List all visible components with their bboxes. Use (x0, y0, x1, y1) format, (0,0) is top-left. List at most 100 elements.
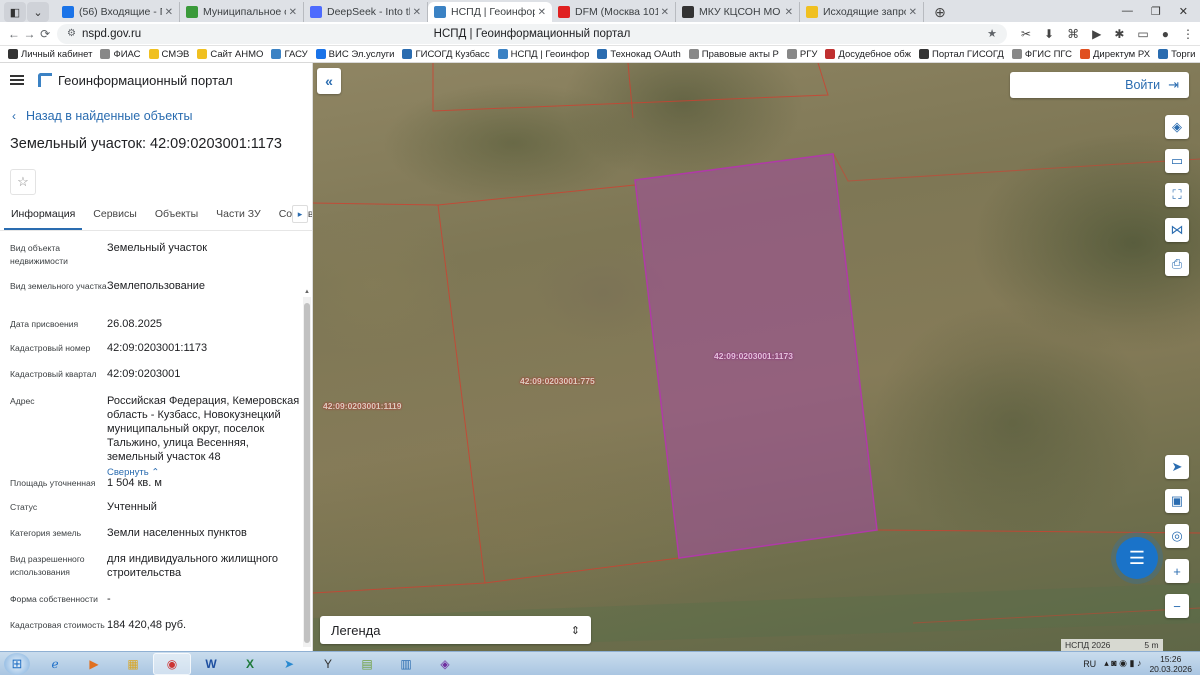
bookmark-item[interactable]: СМЭВ (148, 49, 189, 60)
media-player-icon[interactable]: ▶ (75, 653, 113, 675)
start-button[interactable]: ⊞ (4, 652, 30, 675)
zoom-out-button[interactable]: − (1165, 594, 1189, 618)
sidebar-icon[interactable]: ▭ (1137, 27, 1148, 41)
bookmark-star-icon[interactable]: ★ (987, 27, 997, 40)
bookmark-item[interactable]: Правовые акты Р (688, 49, 779, 60)
window-menu-icon[interactable]: ◧ (4, 2, 26, 22)
chrome-icon[interactable]: ◉ (153, 652, 191, 675)
parcel-boundary (313, 184, 636, 206)
word-icon[interactable]: W (192, 653, 230, 675)
bookmark-item[interactable]: Портал ГИСОГД (919, 49, 1004, 60)
browser-tab[interactable]: Муниципальное образов✕ (180, 2, 304, 22)
bookmark-item[interactable]: Технокад OAuth (597, 49, 681, 60)
basemap-button[interactable]: ▣ (1165, 489, 1189, 513)
locate-button[interactable]: ➤ (1165, 455, 1189, 479)
close-tab-icon[interactable]: ✕ (289, 7, 297, 18)
network-app-icon[interactable]: ◈ (426, 653, 464, 675)
bookmark-item[interactable]: Личный кабинет (8, 49, 92, 60)
favorite-star-button[interactable]: ☆ (10, 169, 36, 195)
browser-tab[interactable]: МКУ КЦСОН МО «Новок✕ (676, 2, 800, 22)
site-info-icon[interactable]: ⚙ (67, 28, 76, 39)
puzzle-icon[interactable]: ✱ (1114, 27, 1124, 41)
browser-tab[interactable]: (56) Входящие - Почта М✕ (56, 2, 180, 22)
info-row: Форма собственности - (10, 590, 312, 616)
excel-icon[interactable]: X (231, 653, 269, 675)
close-tab-icon[interactable]: ✕ (165, 7, 173, 18)
zoom-in-button[interactable]: + (1165, 559, 1189, 583)
tray-icons[interactable]: ▴ ◙ ◉ ▮ ♪ (1104, 658, 1141, 669)
translate-icon[interactable]: ⌘ (1067, 27, 1079, 41)
tabs-scroll-right-icon[interactable]: ▸ (292, 205, 308, 223)
close-window-icon[interactable]: ✕ (1179, 5, 1188, 18)
map-view[interactable]: 42:09:0203001:1119 42:09:0203001:775 42:… (313, 63, 1200, 651)
bookmark-item[interactable]: Директум РХ (1079, 49, 1150, 60)
print-button[interactable]: ⎙ (1165, 252, 1189, 276)
close-tab-icon[interactable]: ✕ (413, 7, 421, 18)
close-tab-icon[interactable]: ✕ (661, 7, 669, 18)
back-to-results-link[interactable]: ‹ Назад в найденные объекты (0, 99, 312, 133)
login-button[interactable]: Войти ⇥ (1010, 72, 1189, 98)
parcel-label[interactable]: 42:09:0203001:775 (520, 376, 595, 386)
bookmark-item[interactable]: ГАСУ (271, 49, 308, 60)
info-tab[interactable]: Части ЗУ (209, 208, 268, 230)
scrollbar-thumb[interactable] (304, 303, 310, 643)
info-tab[interactable]: Объекты (148, 208, 205, 230)
clock[interactable]: 15:26 20.03.2026 (1149, 654, 1192, 674)
bookmark-item[interactable]: ФИАС (100, 49, 141, 60)
ie-icon[interactable]: ℯ (36, 653, 74, 675)
tab-title: DeepSeek - Into the Unkn (327, 6, 410, 18)
parcel-label[interactable]: 42:09:0203001:1119 (323, 401, 401, 411)
geolocation-button[interactable]: ◎ (1165, 524, 1189, 548)
info-label: Кадастровая стоимость (10, 620, 105, 630)
browser-tab[interactable]: Исходящие запросы✕ (800, 2, 924, 22)
language-indicator[interactable]: RU (1083, 659, 1096, 669)
bookmark-item[interactable]: РГУ (786, 49, 817, 60)
bookmark-item[interactable]: ФГИС ПГС (1011, 49, 1072, 60)
folder-app-icon[interactable]: ▤ (348, 653, 386, 675)
layers-button[interactable]: ◈ (1165, 115, 1189, 139)
close-tab-icon[interactable]: ✕ (785, 7, 793, 18)
info-row: Адрес Российская Федерация, Кемеровская о… (10, 392, 312, 478)
portal-header: Геоинформационный портал (0, 63, 312, 97)
profile-avatar-icon[interactable]: ● (1162, 27, 1169, 41)
bookmark-item[interactable]: ВИС Эл.услуги (315, 49, 394, 60)
back-arrow-icon[interactable]: ← (6, 27, 22, 41)
ruler-button[interactable]: ▭ (1165, 149, 1189, 173)
updown-chevron-icon: ⇕ (570, 624, 580, 637)
info-tab[interactable]: Сервисы (86, 208, 144, 230)
browser-tab[interactable]: НСПД | Геоинформаци✕ (428, 2, 552, 22)
yandex-icon[interactable]: Y (309, 653, 347, 675)
browser-tab[interactable]: DeepSeek - Into the Unkn✕ (304, 2, 428, 22)
extension-icon[interactable]: ✂ (1021, 27, 1031, 41)
download-icon[interactable]: ⬇ (1044, 27, 1054, 41)
close-tab-icon[interactable]: ✕ (909, 7, 917, 18)
menu-dots-icon[interactable]: ⋮ (1182, 27, 1194, 41)
menu-burger-icon[interactable] (10, 75, 24, 85)
selected-parcel-label[interactable]: 42:09:0203001:1173 (714, 351, 793, 361)
close-tab-icon[interactable]: ✕ (538, 7, 546, 18)
telegram-icon[interactable]: ➤ (270, 653, 308, 675)
select-area-button[interactable]: ⛶ (1165, 183, 1189, 207)
info-tab[interactable]: Информация (4, 208, 83, 230)
share-button[interactable]: ⋈ (1165, 218, 1189, 242)
chat-assistant-button[interactable]: ☰ (1116, 537, 1158, 579)
bookmark-item[interactable]: ГИСОГД Кузбасс (402, 49, 490, 60)
bookmark-item[interactable]: Досудебное обж (825, 49, 911, 60)
explorer-icon[interactable]: ▦ (114, 653, 152, 675)
bookmark-item[interactable]: НСПД | Геоинфор (497, 49, 589, 60)
forward-arrow-icon[interactable]: → (22, 27, 38, 41)
maximize-icon[interactable]: ❐ (1151, 5, 1161, 18)
url-omnibox[interactable]: ⚙ nspd.gov.ru НСПД | Геоинформационный п… (56, 23, 1007, 44)
collapse-panel-button[interactable]: « (317, 68, 341, 94)
media-icon[interactable]: ▶ (1092, 27, 1101, 41)
browser-tab[interactable]: DFM (Москва 101,2✕ (552, 2, 676, 22)
new-tab-button[interactable]: ⊕ (930, 3, 950, 21)
bookmark-item[interactable]: Торги (1158, 49, 1195, 60)
reload-icon[interactable]: ⟳ (37, 27, 53, 41)
tab-search-icon[interactable]: ⌄ (27, 2, 49, 22)
scroll-up-icon[interactable]: ▲ (303, 289, 311, 297)
bookmark-item[interactable]: Сайт АНМО (197, 49, 263, 60)
minimize-icon[interactable]: — (1122, 5, 1133, 17)
app-icon[interactable]: ▥ (387, 653, 425, 675)
legend-dropdown[interactable]: Легенда ⇕ (320, 616, 591, 644)
